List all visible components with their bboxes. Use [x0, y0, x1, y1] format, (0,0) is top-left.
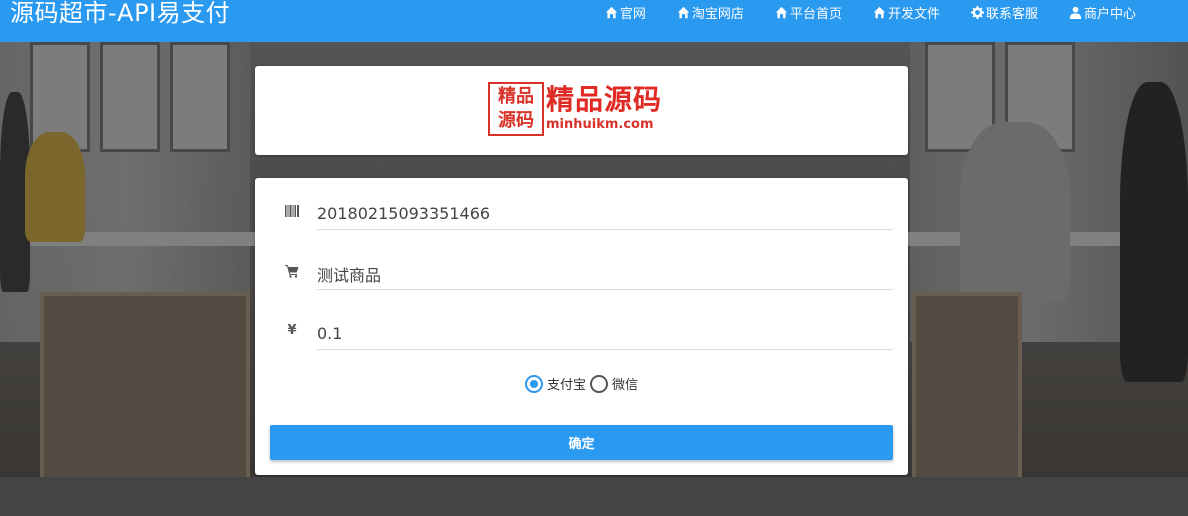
home-icon	[677, 6, 690, 18]
payment-option-wechat[interactable]: 微信	[590, 374, 638, 393]
payment-method-group: 支付宝 微信	[255, 374, 908, 393]
radio-unchecked-icon[interactable]	[590, 374, 608, 393]
home-icon	[605, 6, 618, 18]
nav-item-label: 淘宝网店	[691, 6, 744, 22]
nav-menu: 官网 淘宝网店 平台首页 开发文件 联系客服 商户中心	[605, 0, 1188, 24]
nav-item-label: 商户中心	[1083, 6, 1136, 22]
home-icon	[873, 6, 886, 18]
user-icon	[1069, 6, 1082, 19]
nav-item-merchant-center[interactable]: 商户中心	[1069, 3, 1136, 22]
nav-item-official-site[interactable]: 官网	[605, 3, 646, 22]
site-brand[interactable]: 源码超市-API易支付	[10, 0, 230, 26]
product-name-input[interactable]	[317, 250, 893, 290]
logo-card: 精品 源码 精品源码 minhuikm.com	[255, 66, 908, 155]
submit-button[interactable]: 确定	[270, 425, 893, 460]
logo-stamp: 精品 源码	[488, 82, 544, 136]
amount-field: ¥	[285, 310, 893, 350]
order-number-field	[285, 190, 893, 230]
home-icon	[775, 6, 788, 18]
navbar: 源码超市-API易支付 官网 淘宝网店 平台首页 开发文件 联系客服 商户中心	[0, 0, 1188, 42]
barcode-icon	[285, 204, 299, 218]
amount-input[interactable]	[317, 310, 893, 350]
product-name-field	[285, 250, 893, 290]
logo-title: 精品源码	[546, 83, 663, 116]
payment-option-alipay[interactable]: 支付宝	[524, 374, 586, 393]
nav-item-label: 联系客服	[985, 6, 1038, 22]
nav-item-label: 开发文件	[887, 6, 940, 22]
order-number-input[interactable]	[317, 190, 893, 230]
logo-url: minhuikm.com	[546, 117, 654, 132]
nav-item-contact-support[interactable]: 联系客服	[970, 3, 1038, 22]
gear-icon	[970, 5, 984, 19]
payment-option-label: 支付宝	[546, 378, 586, 393]
logo-stamp-line2: 源码	[498, 110, 534, 131]
nav-item-label: 官网	[619, 6, 646, 22]
payment-option-label: 微信	[612, 378, 639, 393]
nav-item-dev-docs[interactable]: 开发文件	[873, 3, 940, 22]
nav-item-platform-home[interactable]: 平台首页	[775, 3, 842, 22]
shopping-cart-icon	[285, 264, 299, 278]
radio-checked-icon[interactable]	[524, 374, 543, 393]
nav-item-taobao-store[interactable]: 淘宝网店	[677, 3, 744, 22]
site-logo: 精品 源码 精品源码 minhuikm.com	[488, 82, 678, 138]
logo-stamp-line1: 精品	[498, 86, 534, 107]
nav-item-label: 平台首页	[789, 6, 842, 22]
yen-icon: ¥	[287, 323, 297, 338]
payment-form: ¥ 支付宝 微信 确定	[255, 178, 908, 475]
